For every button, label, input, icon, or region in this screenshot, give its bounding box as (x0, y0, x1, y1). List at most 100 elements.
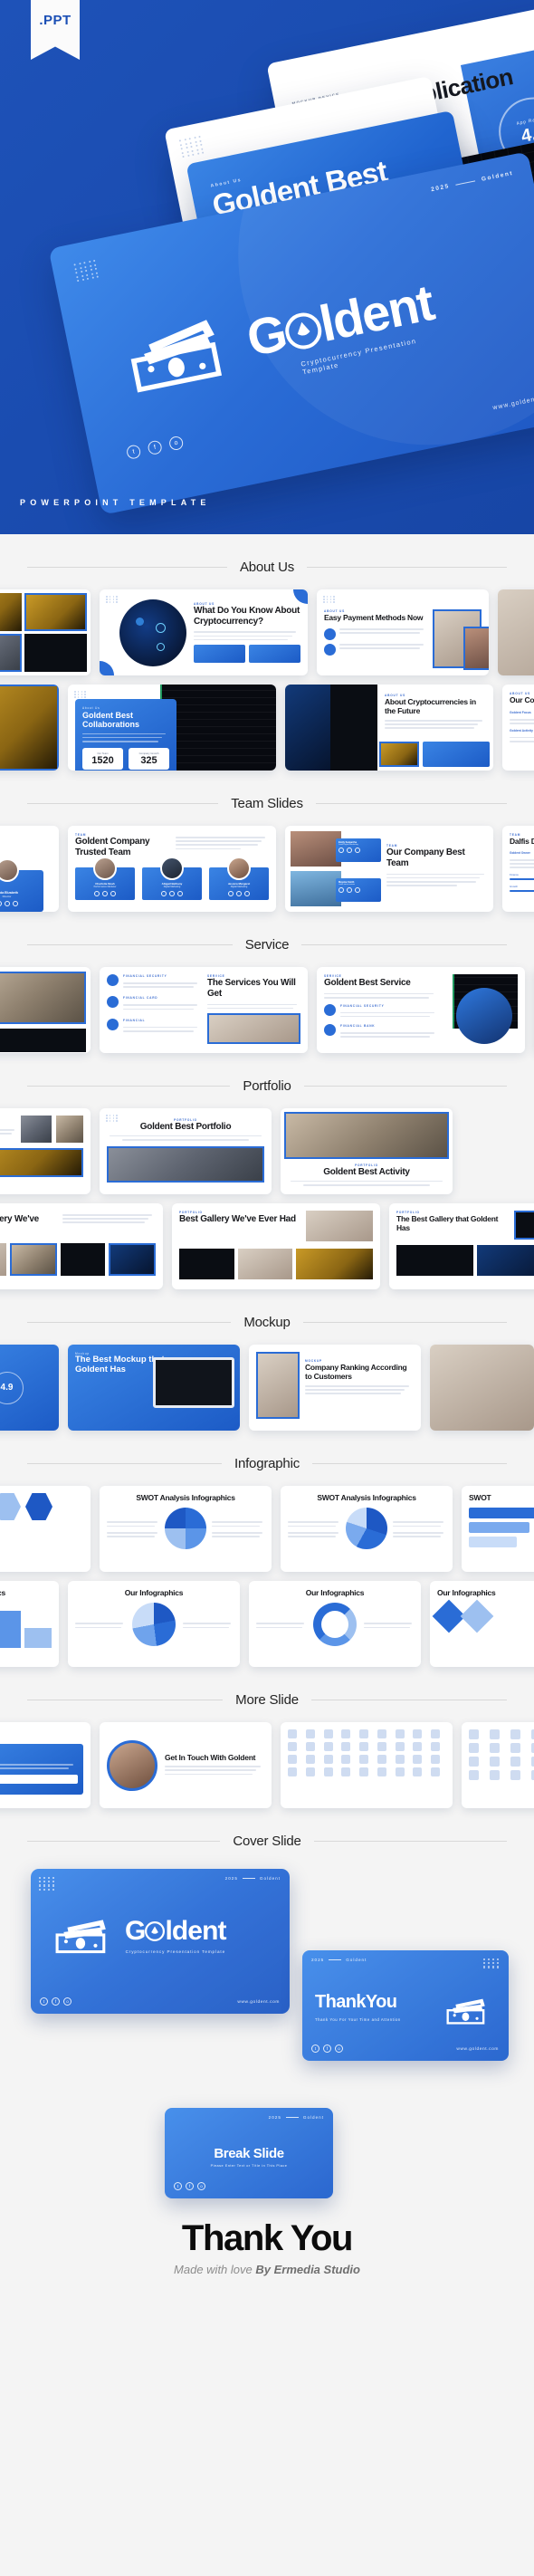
slide-thumb[interactable]: Table $80 (0, 1722, 91, 1808)
heading-rule-right (301, 944, 507, 945)
cover-slide-main[interactable]: 2025 Goldent Gldent Cryptocurrency Prese… (31, 1869, 290, 2014)
slide-thumb[interactable]: Mockup Company Ranking According to Cust… (249, 1345, 421, 1431)
icon-tile (341, 1742, 351, 1751)
hero-banner: .PPT App Rating 4.9 Mockup Device The Be… (0, 0, 534, 534)
instagram-icon[interactable]: o (167, 435, 185, 452)
thumb-image (330, 685, 377, 771)
twitter-icon[interactable]: t (125, 444, 142, 460)
slide-thumb[interactable]: Linda Elizabeth Director (0, 826, 59, 912)
pie-chart (132, 1603, 176, 1647)
crypto-circle-image (456, 988, 512, 1044)
slide-thumb[interactable]: Portfolio Goldent Best Activity (281, 1108, 453, 1194)
slide-thumb[interactable]: Financial Security Financial Card Financ… (100, 967, 308, 1053)
about-row-1: About Us What Do You Know About Cryptocu… (0, 589, 534, 675)
slide-thumb[interactable]: Emily Samantha Lead Digital Marketing Ma… (285, 826, 493, 912)
thumb-image (9, 1242, 57, 1276)
slide-thumb[interactable]: Mockup The Best Mockup that Goldent Has (68, 1345, 240, 1431)
facebook-icon[interactable]: f (147, 439, 163, 456)
slide-thumb[interactable]: Our Infographics (249, 1581, 421, 1667)
portfolio-row-2: Portfolio Best Gallery We've Ever Had Po… (0, 1203, 534, 1289)
heading-rule-left (27, 1322, 232, 1323)
slide-thumb[interactable] (498, 589, 534, 675)
slide-thumb[interactable]: SWOT (462, 1486, 534, 1572)
slide-thumb[interactable]: About Us Goldent Best Collaborations Our… (68, 685, 276, 771)
slide-thumb[interactable]: Team Goldent Company Trusted Team Charlo… (68, 826, 276, 912)
slide-thumb[interactable] (430, 1345, 534, 1431)
brand-o-drop-icon (281, 303, 323, 350)
slide-thumb[interactable]: Our Infographics (68, 1581, 240, 1667)
slide-thumb[interactable] (462, 1722, 534, 1808)
facebook-icon[interactable]: f (52, 1997, 60, 2006)
brand-wordmark: Gldent (125, 1918, 227, 1945)
dot-pattern (106, 596, 119, 603)
cover-slide-thankyou[interactable]: 2025 Goldent ThankYou Thank You For Your… (302, 1950, 509, 2061)
icon-tile (469, 1770, 479, 1780)
slide-thumb[interactable]: Portfolio (0, 1108, 91, 1194)
slide-thumb[interactable]: About Us Our Company Focus and Activity … (502, 685, 534, 771)
slide-thumb[interactable]: Get In Touch With Goldent (100, 1722, 272, 1808)
instagram-icon[interactable]: o (197, 2182, 205, 2190)
thumb-body (288, 1180, 445, 1186)
slide-thumb[interactable]: Portfolio Best Gallery We've Ever Had (172, 1203, 380, 1289)
slide-thumb[interactable] (0, 1486, 91, 1572)
social-links[interactable]: t f o (125, 435, 185, 460)
slide-thumb[interactable] (0, 685, 59, 771)
social-links[interactable]: tfo (311, 2045, 343, 2053)
slide-thumb[interactable] (0, 967, 91, 1053)
instagram-icon[interactable]: o (335, 2045, 343, 2053)
thumb-body (510, 736, 534, 742)
icon-tile (341, 1767, 351, 1776)
thumb-image (21, 1116, 52, 1143)
stat-value: 325 (140, 754, 157, 766)
twitter-icon[interactable]: t (311, 2045, 319, 2053)
thumb-image (0, 685, 59, 771)
cover-meta-brand: Goldent (302, 2115, 324, 2120)
slide-thumb[interactable]: Our Infographics (430, 1581, 534, 1667)
slide-thumb[interactable]: About Us About Cryptocurrencies in the F… (285, 685, 493, 771)
section-title: Service (244, 937, 290, 953)
facebook-icon[interactable]: f (186, 2182, 194, 2190)
cover-slides-group: 2025 Goldent Gldent Cryptocurrency Prese… (0, 1863, 534, 2198)
avatar (107, 1739, 157, 1791)
donut-chart (165, 1508, 206, 1550)
slide-thumb[interactable] (281, 1722, 453, 1808)
slide-thumb[interactable]: Service Goldent Best Service Financial S… (317, 967, 525, 1053)
cover-slide-break[interactable]: 2025 Goldent Break Slide Please Enter Te… (165, 2108, 333, 2198)
slide-thumb[interactable]: Portfolio The Best Gallery that Goldent … (389, 1203, 534, 1289)
slide-thumb[interactable]: About Us Easy Payment Methods Now (317, 589, 489, 675)
twitter-icon[interactable]: t (40, 1997, 48, 2006)
thumb-image (0, 1148, 83, 1177)
thumb-image (430, 1345, 534, 1431)
slide-thumb[interactable]: Infographics (0, 1581, 59, 1667)
slide-thumb[interactable]: SWOT Analysis Infographics (281, 1486, 453, 1572)
social-links[interactable]: tfo (40, 1997, 72, 2006)
about-row-2: About Us Goldent Best Collaborations Our… (0, 685, 534, 771)
heading-rule-left (27, 803, 219, 804)
slide-thumb[interactable]: About Us What Do You Know About Cryptocu… (100, 589, 308, 675)
money-icon (446, 1998, 485, 2025)
cover-meta-year: 2025 (224, 1876, 238, 1881)
twitter-icon[interactable]: t (174, 2182, 182, 2190)
thumb-title: Our Infographics (437, 1588, 496, 1597)
slide-thumb[interactable]: 4.9 (0, 1345, 59, 1431)
icon-tile (413, 1755, 423, 1764)
hero-footer-label: POWERPOINT TEMPLATE (20, 498, 211, 507)
cover-meta: 2025 Goldent (225, 1876, 281, 1881)
social-links[interactable]: tfo (174, 2182, 205, 2190)
footer-credit-studio: By Ermedia Studio (255, 2263, 360, 2276)
thumb-body (194, 631, 300, 641)
icon-tile (395, 1742, 405, 1751)
slide-thumb[interactable]: Portfolio Goldent Best Portfolio (100, 1108, 272, 1194)
facebook-icon[interactable]: f (323, 2045, 331, 2053)
slide-thumb[interactable]: Team Dalfis Dalson William Wijaya Golden… (502, 826, 534, 912)
icon-tile (431, 1767, 441, 1776)
slide-thumb[interactable] (0, 589, 91, 675)
instagram-icon[interactable]: o (63, 1997, 72, 2006)
section-title: Mockup (243, 1315, 291, 1330)
service-item-label: Financial (123, 1018, 146, 1022)
slide-thumb[interactable]: Portfolio Best Gallery We've Ever Had (0, 1203, 163, 1289)
service-item-label: Financial Security (340, 1003, 385, 1008)
thumb-title: Goldent Best Activity (323, 1167, 410, 1177)
card-icon (107, 996, 119, 1009)
slide-thumb[interactable]: SWOT Analysis Infographics (100, 1486, 272, 1572)
